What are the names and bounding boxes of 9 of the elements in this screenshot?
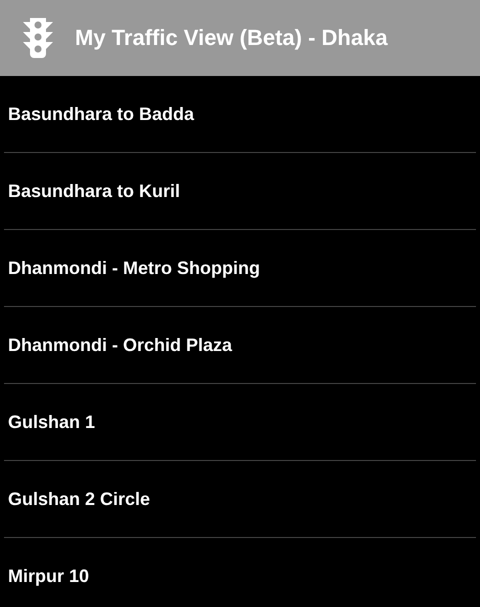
app-title: My Traffic View (Beta) - Dhaka bbox=[75, 25, 388, 51]
list-item[interactable]: Gulshan 2 Circle bbox=[0, 461, 480, 537]
list-item[interactable]: Dhanmondi - Orchid Plaza bbox=[0, 307, 480, 383]
list-item[interactable]: Dhanmondi - Metro Shopping bbox=[0, 230, 480, 306]
list-item[interactable]: Basundhara to Kuril bbox=[0, 153, 480, 229]
list-item[interactable]: Gulshan 1 bbox=[0, 384, 480, 460]
traffic-light-icon bbox=[22, 16, 54, 60]
list-item[interactable]: Basundhara to Badda bbox=[0, 76, 480, 152]
list-item[interactable]: Mirpur 10 bbox=[0, 538, 480, 607]
